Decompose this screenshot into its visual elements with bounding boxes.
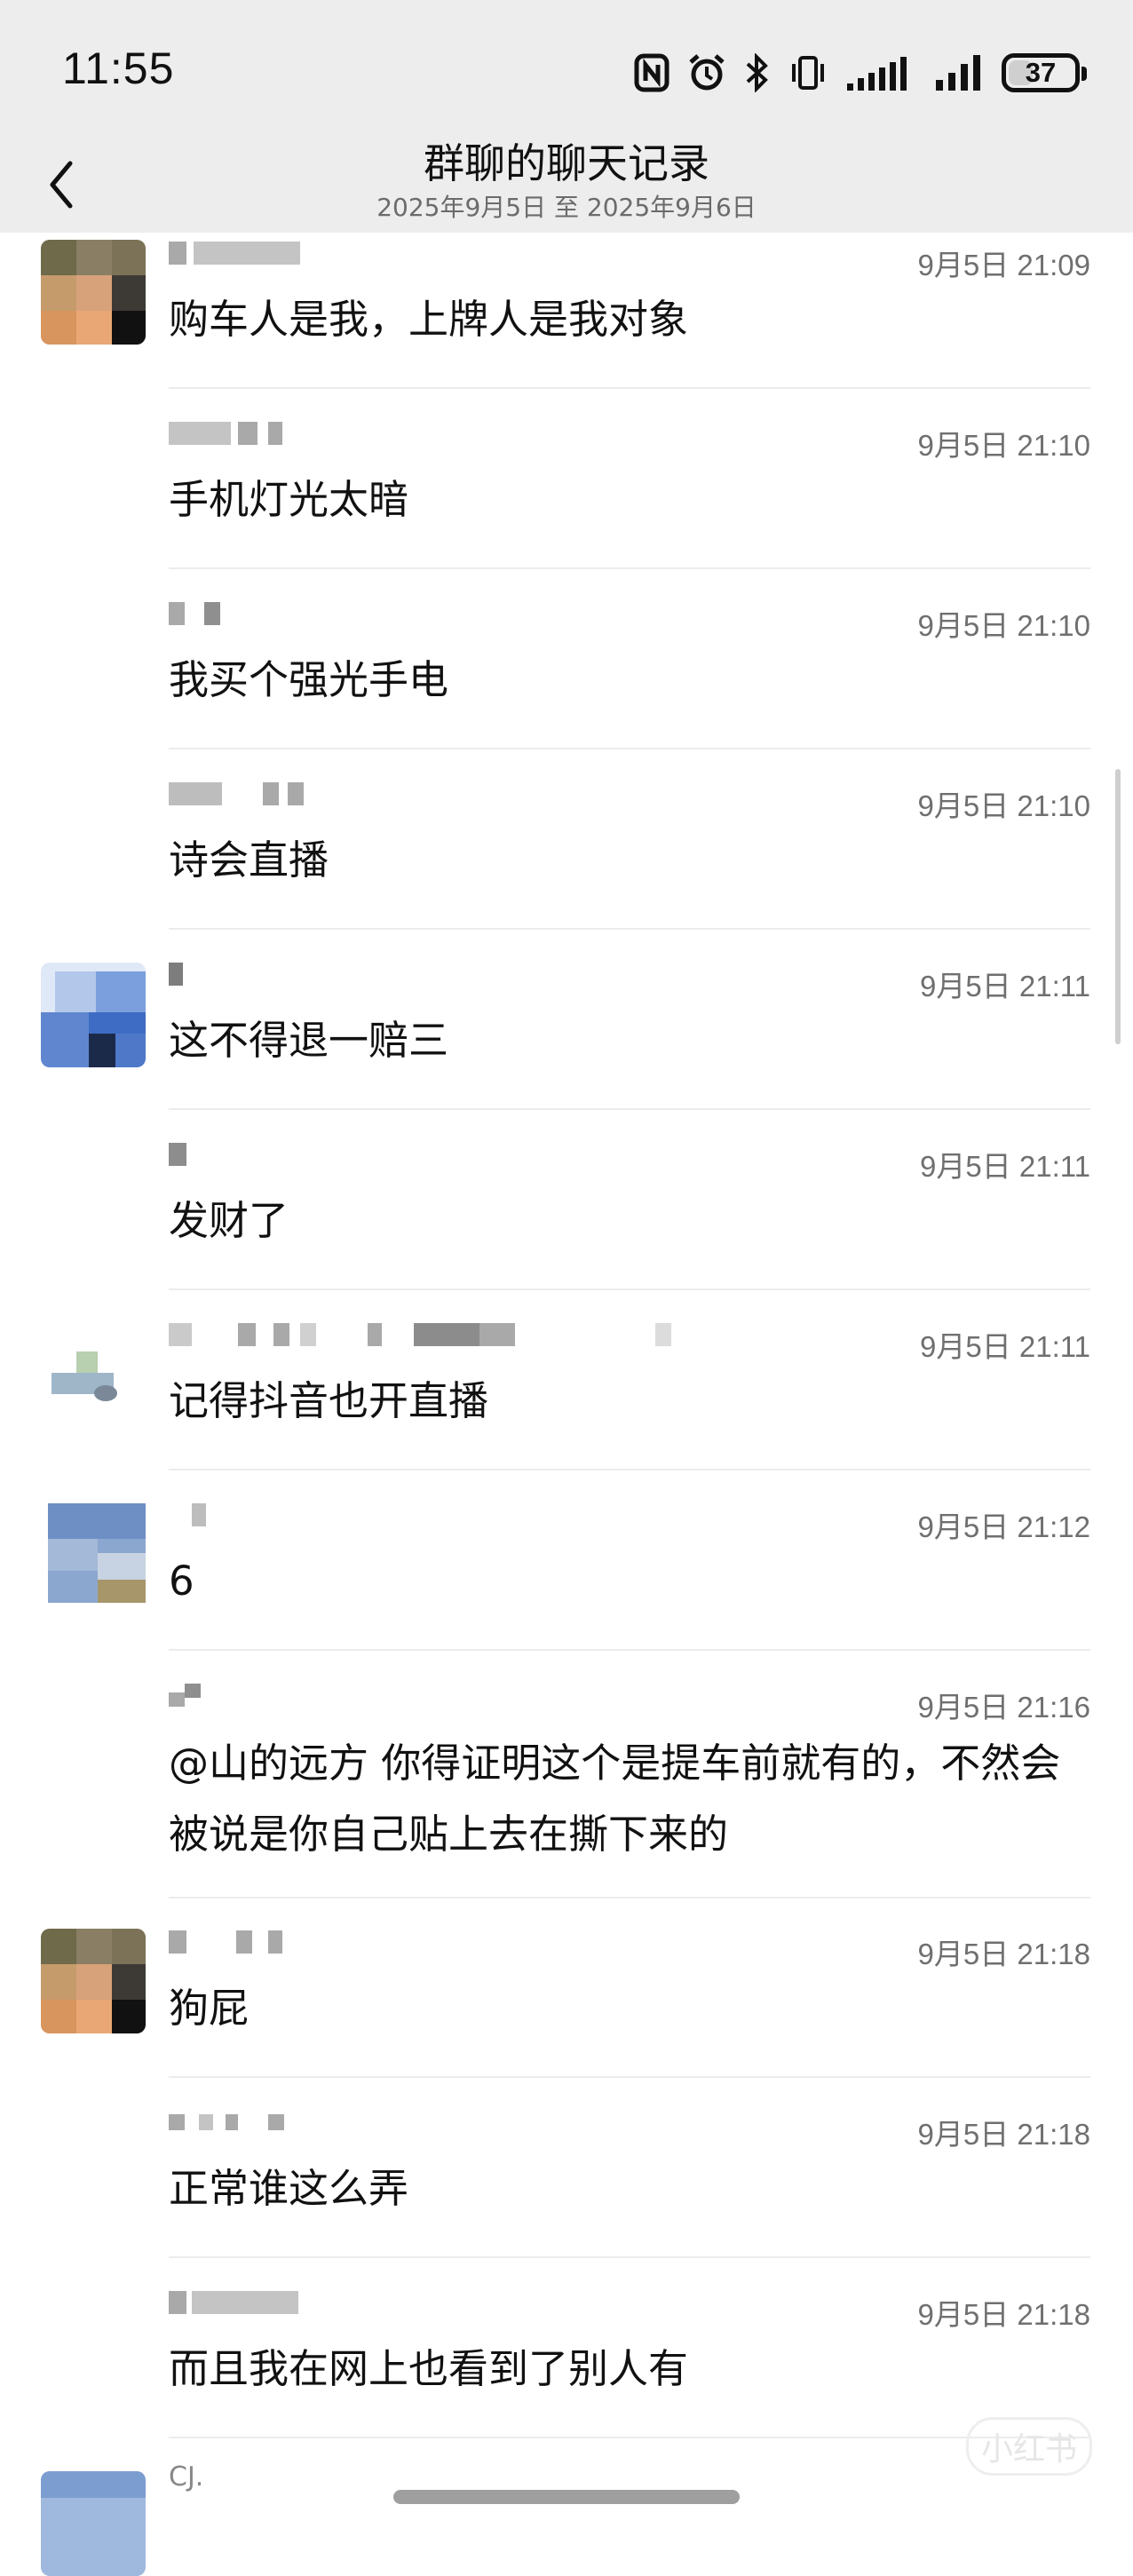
message-time: 9月5日 21:18 bbox=[917, 1938, 1090, 1970]
divider bbox=[169, 1469, 1090, 1470]
watermark: 小红书 bbox=[965, 2417, 1092, 2476]
message-time: 9月5日 21:12 bbox=[917, 1510, 1090, 1543]
status-icons: 37 bbox=[634, 46, 1087, 99]
message-text: 发财了 bbox=[169, 1197, 289, 1244]
message-text: 我买个强光手电 bbox=[169, 656, 449, 703]
message-text: 正常谁这么弄 bbox=[169, 2165, 409, 2212]
avatar[interactable] bbox=[41, 963, 146, 1067]
divider bbox=[169, 1897, 1090, 1898]
message-time: 9月5日 21:10 bbox=[917, 429, 1090, 462]
divider bbox=[169, 1108, 1090, 1110]
divider bbox=[169, 1649, 1090, 1651]
message-time: 9月5日 21:10 bbox=[917, 789, 1090, 822]
message-time: 9月5日 21:11 bbox=[919, 970, 1090, 1003]
battery-level: 37 bbox=[1025, 57, 1057, 88]
message-text: 购车人是我，上牌人是我对象 bbox=[169, 296, 689, 343]
divider bbox=[169, 387, 1090, 389]
message-time: 9月5日 21:18 bbox=[917, 2298, 1090, 2331]
status-time: 11:55 bbox=[62, 44, 175, 93]
message-time: 9月5日 21:10 bbox=[917, 609, 1090, 642]
divider bbox=[169, 928, 1090, 930]
avatar[interactable] bbox=[41, 1503, 146, 1608]
message-text: 手机灯光太暗 bbox=[169, 476, 409, 523]
sender-name: CJ. bbox=[169, 2461, 204, 2493]
chat-history-header: 群聊的聊天记录 2025年9月5日 至 2025年9月6日 bbox=[0, 139, 1133, 233]
divider bbox=[169, 2437, 1090, 2438]
divider bbox=[169, 748, 1090, 749]
avatar[interactable] bbox=[41, 2471, 146, 2576]
message-text: 诗会直播 bbox=[169, 836, 329, 884]
divider bbox=[169, 2256, 1090, 2258]
avatar[interactable] bbox=[41, 240, 146, 345]
battery-icon: 37 bbox=[1002, 53, 1087, 92]
message-time: 9月5日 21:18 bbox=[917, 2118, 1090, 2151]
message-time: 9月5日 21:11 bbox=[919, 1330, 1090, 1363]
alarm-icon bbox=[689, 54, 725, 91]
vibrate-icon bbox=[792, 56, 824, 90]
date-range: 2025年9月5日 至 2025年9月6日 bbox=[376, 193, 757, 222]
avatar[interactable] bbox=[41, 1929, 146, 2033]
message-text: 记得抖音也开直播 bbox=[169, 1377, 489, 1424]
message-text: 6 bbox=[169, 1557, 194, 1605]
message-time: 9月5日 21:16 bbox=[917, 1691, 1090, 1724]
scrollbar[interactable] bbox=[1115, 769, 1121, 1044]
divider bbox=[169, 567, 1090, 569]
message-text: @山的远方 你得证明这个是提车前就有的，不然会被说是你自己贴上去在撕下来的 bbox=[169, 1740, 1061, 1858]
message-text: 而且我在网上也看到了别人有 bbox=[169, 2345, 689, 2392]
nfc-icon bbox=[634, 53, 670, 92]
signal-icon bbox=[936, 55, 980, 91]
message-text: 这不得退一赔三 bbox=[169, 1017, 449, 1064]
status-bar: 11:55 37 bbox=[0, 0, 1133, 142]
avatar[interactable] bbox=[41, 1323, 146, 1428]
home-indicator[interactable] bbox=[393, 2490, 740, 2504]
message-time: 9月5日 21:09 bbox=[917, 249, 1090, 281]
page-title: 群聊的聊天记录 bbox=[424, 139, 709, 187]
signal-icon bbox=[847, 57, 907, 91]
bluetooth-icon bbox=[746, 53, 768, 92]
divider bbox=[169, 1288, 1090, 1290]
message-time: 9月5日 21:11 bbox=[919, 1150, 1090, 1183]
divider bbox=[169, 2076, 1090, 2078]
message-text: 狗屁 bbox=[169, 1985, 250, 2032]
